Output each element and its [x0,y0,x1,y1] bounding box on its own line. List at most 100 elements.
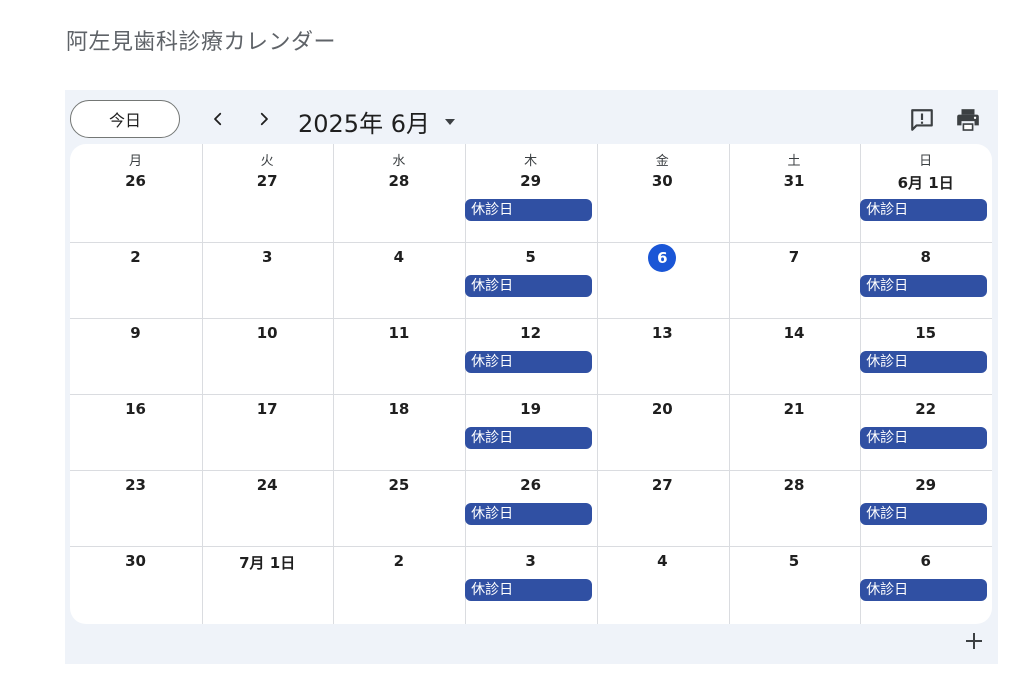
date-number[interactable]: 5 [465,248,596,266]
event-chip-closed[interactable]: 休診日 [860,427,988,449]
day-cell[interactable]: 20 [597,372,728,448]
day-cell[interactable]: 30 [70,524,201,600]
date-number[interactable]: 29 [860,476,991,494]
day-cell[interactable]: 25 [333,448,464,524]
event-chip-closed[interactable]: 休診日 [465,503,593,525]
date-number[interactable]: 25 [333,476,464,494]
feedback-button[interactable] [908,106,936,134]
day-cell[interactable]: 18 [333,372,464,448]
day-cell[interactable]: 7月 1日 [202,524,333,600]
date-number[interactable]: 31 [729,172,860,190]
day-cell[interactable]: 29 休診日 [860,448,991,525]
print-button[interactable] [954,106,982,134]
date-number[interactable]: 19 [465,400,596,418]
date-number[interactable]: 7月 1日 [202,552,333,573]
date-number[interactable]: 20 [597,400,728,418]
month-selector[interactable]: 2025年 6月 [298,104,456,139]
date-number[interactable]: 5 [729,552,860,570]
date-number[interactable]: 28 [729,476,860,494]
date-number[interactable]: 9 [70,324,201,342]
date-number[interactable]: 3 [202,248,333,266]
prev-month-button[interactable] [203,104,233,134]
today-date-number[interactable]: 6 [648,244,677,272]
date-number[interactable]: 26 [70,172,201,190]
today-button[interactable]: 今日 [70,100,180,138]
day-cell[interactable]: 13 [597,296,728,372]
date-number[interactable]: 17 [202,400,333,418]
day-cell[interactable]: 2 [333,524,464,600]
next-month-button[interactable] [249,104,279,134]
day-cell[interactable]: 8 休診日 [860,220,991,297]
day-cell[interactable]: 11 [333,296,464,372]
date-number[interactable]: 13 [597,324,728,342]
day-cell[interactable]: 4 [333,220,464,296]
day-cell[interactable]: 3 [202,220,333,296]
day-cell[interactable]: 10 [202,296,333,372]
day-cell[interactable]: 23 [70,448,201,524]
day-cell[interactable]: 26 [70,144,201,220]
day-cell[interactable]: 27 [202,144,333,220]
event-chip-closed[interactable]: 休診日 [860,275,988,297]
date-number[interactable]: 2 [333,552,464,570]
date-number[interactable]: 30 [597,172,728,190]
date-number[interactable]: 6 [860,552,991,570]
day-cell[interactable]: 27 [597,448,728,524]
date-number[interactable]: 15 [860,324,991,342]
day-cell[interactable]: 2 [70,220,201,296]
date-number[interactable]: 3 [465,552,596,570]
day-cell[interactable]: 28 [729,448,860,524]
date-number[interactable]: 28 [333,172,464,190]
event-chip-closed[interactable]: 休診日 [465,579,593,601]
date-number[interactable]: 27 [597,476,728,494]
date-number[interactable]: 18 [333,400,464,418]
day-cell[interactable]: 30 [597,144,728,220]
day-cell[interactable]: 29 休診日 [465,144,596,221]
event-chip-closed[interactable]: 休診日 [860,351,988,373]
event-chip-closed[interactable]: 休診日 [465,199,593,221]
day-cell[interactable]: 17 [202,372,333,448]
date-number[interactable]: 26 [465,476,596,494]
date-number[interactable]: 8 [860,248,991,266]
date-number[interactable]: 14 [729,324,860,342]
day-cell[interactable]: 19 休診日 [465,372,596,449]
date-number[interactable]: 30 [70,552,201,570]
date-number[interactable]: 29 [465,172,596,190]
date-number[interactable]: 16 [70,400,201,418]
day-cell[interactable]: 5 休診日 [465,220,596,297]
date-number[interactable]: 10 [202,324,333,342]
day-cell[interactable]: 28 [333,144,464,220]
day-cell[interactable]: 9 [70,296,201,372]
day-cell[interactable]: 5 [729,524,860,600]
day-cell[interactable]: 6 休診日 [860,524,991,601]
day-cell[interactable]: 22 休診日 [860,372,991,449]
date-number[interactable]: 21 [729,400,860,418]
day-cell[interactable]: 7 [729,220,860,296]
date-number[interactable]: 12 [465,324,596,342]
date-number[interactable]: 2 [70,248,201,266]
day-cell[interactable]: 31 [729,144,860,220]
date-number[interactable]: 6月 1日 [860,172,991,193]
day-cell[interactable]: 6 [597,220,728,296]
event-chip-closed[interactable]: 休診日 [860,199,988,221]
day-cell[interactable]: 4 [597,524,728,600]
day-cell[interactable]: 6月 1日休診日 [860,144,991,221]
day-cell[interactable]: 12 休診日 [465,296,596,373]
event-chip-closed[interactable]: 休診日 [465,351,593,373]
date-number[interactable]: 4 [333,248,464,266]
date-number[interactable]: 27 [202,172,333,190]
day-cell[interactable]: 16 [70,372,201,448]
day-cell[interactable]: 15 休診日 [860,296,991,373]
event-chip-closed[interactable]: 休診日 [465,427,593,449]
date-number[interactable]: 7 [729,248,860,266]
event-chip-closed[interactable]: 休診日 [465,275,593,297]
date-number[interactable]: 11 [333,324,464,342]
day-cell[interactable]: 21 [729,372,860,448]
date-number[interactable]: 4 [597,552,728,570]
day-cell[interactable]: 26 休診日 [465,448,596,525]
day-cell[interactable]: 3 休診日 [465,524,596,601]
date-number[interactable]: 23 [70,476,201,494]
date-number[interactable]: 22 [860,400,991,418]
event-chip-closed[interactable]: 休診日 [860,503,988,525]
day-cell[interactable]: 14 [729,296,860,372]
day-cell[interactable]: 24 [202,448,333,524]
